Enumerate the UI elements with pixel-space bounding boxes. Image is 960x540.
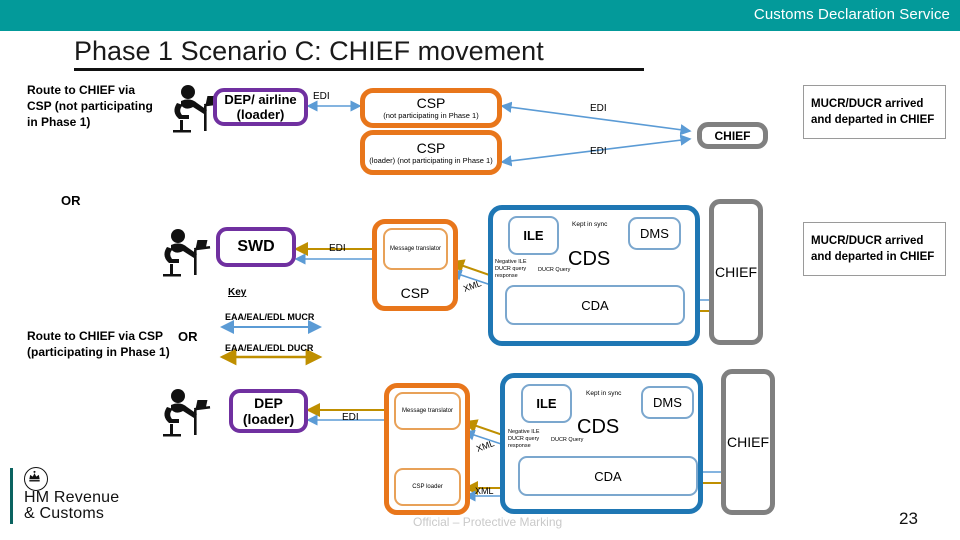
message-translator-label-3: Message translator: [401, 408, 454, 414]
brand-title: Customs Declaration Service: [753, 6, 950, 23]
dms-label-scenario2: DMS: [640, 226, 669, 241]
logo-line-2: & Customs: [24, 505, 105, 522]
cda-label-scenario3: CDA: [594, 468, 622, 484]
key-mucr-label: EAA/EAL/EDL MUCR: [225, 312, 315, 322]
chief-box-2[interactable]: CHIEF: [709, 199, 763, 345]
csp-message-translator-box-3[interactable]: Message translator: [394, 392, 461, 430]
csp-loader-box-3[interactable]: CSP loader: [394, 468, 461, 506]
logo-text: HM Revenue & Customs: [24, 490, 119, 522]
dep-loader-label: DEP (loader): [242, 395, 295, 427]
csp-box-loader-not-participating[interactable]: CSP (loader) (not participating in Phase…: [360, 130, 502, 175]
xml-label-scenario3-a: XML: [474, 438, 496, 454]
kept-in-sync-label-scenario3: Kept in sync: [586, 390, 622, 397]
swd-box[interactable]: SWD: [216, 227, 296, 267]
dms-box-scenario3[interactable]: DMS: [641, 386, 694, 419]
negative-ile-label-scenario2: Negative ILE DUCR query response: [495, 259, 527, 279]
dep-airline-loader-box[interactable]: DEP/ airline (loader): [213, 88, 308, 126]
ducr-query-label-scenario2: DUCR Query: [538, 267, 571, 273]
note-box-1: MUCR/DUCR arrived and departed in CHIEF: [803, 85, 946, 139]
note-box-1-text: MUCR/DUCR arrived and departed in CHIEF: [811, 98, 935, 126]
chief-box-3[interactable]: CHIEF: [721, 369, 775, 515]
crown-icon: [24, 467, 48, 491]
cda-box-scenario2[interactable]: CDA: [505, 285, 685, 325]
person-at-desk-icon-3: [158, 388, 212, 440]
csp-message-translator-box[interactable]: Message translator: [383, 228, 448, 270]
slide-canvas: Customs Declaration Service Phase 1 Scen…: [0, 0, 960, 540]
key-ducr-label: EAA/EAL/EDL DUCR: [225, 343, 314, 353]
csp-box-2-title: CSP: [416, 139, 446, 156]
swd-label: SWD: [237, 238, 275, 255]
ile-box-scenario2[interactable]: ILE: [508, 216, 559, 255]
chief-box-3-label: CHIEF: [727, 434, 769, 450]
csp-label-scenario2: CSP: [400, 285, 430, 301]
logo-line-1: HM Revenue: [24, 489, 120, 506]
chief-box-1-label: CHIEF: [714, 128, 751, 143]
csp-box-1-title: CSP: [416, 94, 446, 111]
ile-label-scenario2: ILE: [523, 228, 544, 243]
dms-label-scenario3: DMS: [653, 395, 682, 410]
route-label-2: Route to CHIEF via CSP (participating in…: [27, 329, 170, 359]
or-separator-2: OR: [178, 329, 198, 344]
hmrc-logo: HM Revenue & Customs: [10, 466, 190, 528]
edi-label-top: EDI: [313, 91, 330, 102]
csp-box-2-sub: (loader) (not participating in Phase 1): [369, 155, 493, 165]
note-box-2: MUCR/DUCR arrived and departed in CHIEF: [803, 222, 946, 276]
page-title: Phase 1 Scenario C: CHIEF movement: [74, 36, 644, 71]
protective-marking-footer: Official – Protective Marking: [413, 515, 563, 529]
edi-label-scenario3: EDI: [342, 412, 359, 423]
xml-label-scenario2: XML: [461, 278, 483, 294]
ile-box-scenario3[interactable]: ILE: [521, 384, 572, 423]
csp-box-not-participating[interactable]: CSP (not participating in Phase 1): [360, 88, 502, 128]
dep-airline-loader-label: DEP/ airline (loader): [224, 92, 297, 122]
page-number: 23: [899, 509, 918, 528]
key-title: Key: [228, 287, 247, 298]
dms-box-scenario2[interactable]: DMS: [628, 217, 681, 250]
xml-label-scenario3-b: XML: [475, 486, 494, 496]
chief-box-2-label: CHIEF: [715, 264, 757, 280]
person-at-desk-icon-2: [158, 228, 212, 280]
kept-in-sync-label-scenario2: Kept in sync: [572, 221, 608, 228]
logo-divider: [10, 468, 13, 524]
cda-box-scenario3[interactable]: CDA: [518, 456, 698, 496]
dep-loader-box[interactable]: DEP (loader): [229, 389, 308, 433]
edi-label-right-2: EDI: [590, 146, 607, 157]
cda-label-scenario2: CDA: [581, 297, 609, 313]
chief-box-1[interactable]: CHIEF: [697, 122, 768, 149]
edi-label-right-1: EDI: [590, 103, 607, 114]
message-translator-label: Message translator: [389, 246, 442, 252]
negative-ile-label-scenario3: Negative ILE DUCR query response: [508, 429, 540, 449]
csp-loader-label-3: CSP loader: [412, 484, 443, 490]
route-label-1: Route to CHIEF via CSP (not participatin…: [27, 83, 153, 129]
csp-box-1-sub: (not participating in Phase 1): [383, 110, 479, 120]
edi-label-scenario2: EDI: [329, 243, 346, 254]
ile-label-scenario3: ILE: [536, 396, 557, 411]
or-separator-1: OR: [61, 193, 81, 208]
ducr-query-label-scenario3: DUCR Query: [551, 437, 584, 443]
note-box-2-text: MUCR/DUCR arrived and departed in CHIEF: [811, 235, 935, 263]
